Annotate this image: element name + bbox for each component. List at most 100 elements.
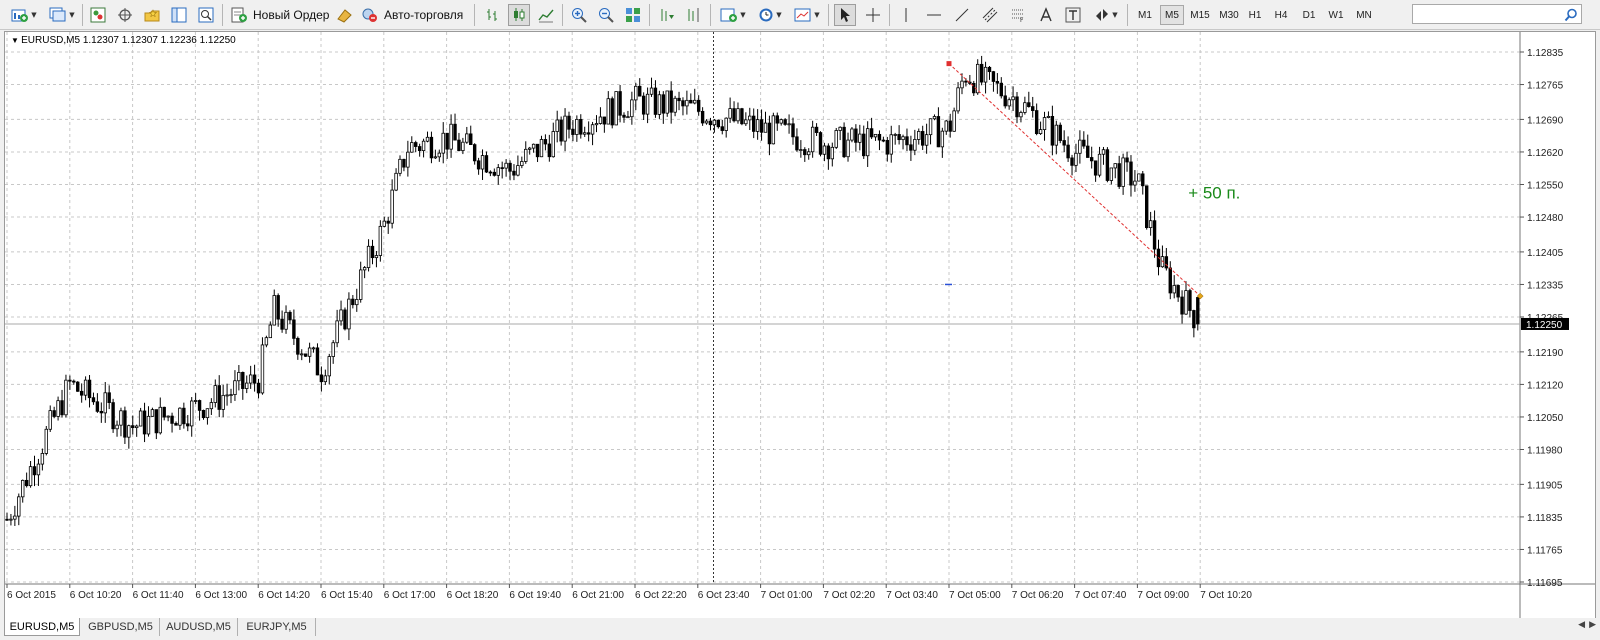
trendline-tool[interactable] xyxy=(951,4,973,26)
profiles-button[interactable]: ▼ xyxy=(46,4,78,26)
candle-body xyxy=(99,410,104,414)
timeframe-m30[interactable]: M30 xyxy=(1215,5,1243,25)
scroll-right-icon[interactable]: ▶ xyxy=(1589,620,1596,630)
time-tick-label: 6 Oct 21:00 xyxy=(572,590,624,601)
candle-body xyxy=(24,479,29,487)
candle-body xyxy=(877,133,882,141)
auto-scroll-button[interactable] xyxy=(656,4,678,26)
timeframe-h1[interactable]: H1 xyxy=(1244,5,1266,25)
chart-window[interactable]: 1.12835 1.12765 1.12690 1.12620 1.12550 1.124… xyxy=(4,31,1596,619)
candlestick-chart[interactable]: 1.12835 1.12765 1.12690 1.12620 1.12550 1.124… xyxy=(5,32,1595,618)
tab-eurjpy-m5[interactable]: EURJPY,M5 xyxy=(238,618,316,636)
templates-button[interactable]: ▼ xyxy=(791,4,823,26)
search-input[interactable] xyxy=(1415,8,1559,26)
bar-chart-button[interactable] xyxy=(481,4,503,26)
line-chart-button[interactable] xyxy=(535,4,557,26)
candle-body xyxy=(457,139,461,151)
candle-body xyxy=(437,152,441,158)
text-tool[interactable] xyxy=(1035,4,1057,26)
horizontal-line-tool[interactable] xyxy=(923,4,945,26)
candle-body xyxy=(303,353,308,357)
candle-body xyxy=(803,149,807,156)
timeframe-m1[interactable]: M1 xyxy=(1133,5,1157,25)
candle-body xyxy=(1196,297,1200,325)
time-tick-label: 6 Oct 10:20 xyxy=(70,590,122,601)
candle-body xyxy=(111,402,115,430)
time-tick-label: 6 Oct 15:40 xyxy=(321,590,373,601)
time-tick-label: 6 Oct 14:20 xyxy=(258,590,310,601)
candle-body xyxy=(826,145,831,160)
candle-body xyxy=(398,158,402,174)
timeframe-m15[interactable]: M15 xyxy=(1187,5,1213,25)
crosshair-tool-button[interactable] xyxy=(862,4,884,26)
candle-body xyxy=(555,119,559,132)
text-label-tool[interactable] xyxy=(1062,4,1084,26)
candle-body xyxy=(40,453,45,465)
market-watch-button[interactable] xyxy=(87,4,109,26)
candle-body xyxy=(441,132,445,154)
new-order-button[interactable]: Новый Ордер xyxy=(230,4,330,26)
candle-body xyxy=(76,381,80,392)
tile-windows-button[interactable] xyxy=(622,4,644,26)
candle-body xyxy=(783,119,787,125)
timeframe-d1[interactable]: D1 xyxy=(1298,5,1320,25)
metaeditor-button[interactable] xyxy=(334,4,356,26)
candle-body xyxy=(1137,173,1141,182)
price-tick-label: 1.12405 xyxy=(1527,248,1564,259)
candle-body xyxy=(795,136,799,151)
candlestick-chart-button[interactable] xyxy=(508,4,530,26)
timeframe-mn[interactable]: MN xyxy=(1352,5,1376,25)
vertical-line-tool[interactable] xyxy=(895,4,917,26)
equidistant-channel-tool[interactable] xyxy=(979,4,1001,26)
terminal-button[interactable] xyxy=(168,4,190,26)
price-tick-label: 1.12480 xyxy=(1527,213,1564,224)
tab-eurusd-m5[interactable]: EURUSD,M5 xyxy=(4,618,80,636)
candle-body xyxy=(869,128,874,138)
auto-trading-button[interactable]: Авто-торговля xyxy=(361,4,469,26)
candle-body xyxy=(469,133,473,146)
zoom-out-button[interactable] xyxy=(595,4,617,26)
periods-button[interactable]: ▼ xyxy=(754,4,786,26)
collapse-arrow-icon[interactable]: ▼ xyxy=(11,36,21,45)
indicators-button[interactable]: ▼ xyxy=(717,4,749,26)
search-box xyxy=(1412,4,1582,26)
arrows-tool-button[interactable]: ▼ xyxy=(1090,4,1122,26)
time-tick-label: 7 Oct 09:00 xyxy=(1137,590,1189,601)
candle-body xyxy=(166,415,170,418)
new-chart-button[interactable]: ▼ xyxy=(8,4,40,26)
candle-body xyxy=(649,87,654,95)
timeframe-m5[interactable]: M5 xyxy=(1160,5,1184,25)
scroll-left-icon[interactable]: ◀ xyxy=(1578,620,1585,630)
candle-body xyxy=(103,392,107,414)
search-icon[interactable] xyxy=(1564,7,1578,26)
candle-body xyxy=(748,115,752,121)
candle-body xyxy=(72,380,76,383)
candle-body xyxy=(630,99,634,118)
price-tick-label: 1.12835 xyxy=(1527,48,1564,59)
time-tick-label: 6 Oct 19:40 xyxy=(509,590,561,601)
candle-body xyxy=(928,118,933,136)
candle-body xyxy=(260,344,265,394)
candle-body xyxy=(693,99,697,104)
candle-body xyxy=(964,80,968,83)
tab-audusd-m5[interactable]: AUDUSD,M5 xyxy=(160,618,238,636)
fibonacci-tool[interactable]: F xyxy=(1007,4,1029,26)
price-tick-label: 1.12335 xyxy=(1527,280,1564,291)
candle-body xyxy=(626,116,630,119)
timeframe-w1[interactable]: W1 xyxy=(1325,5,1347,25)
data-window-button[interactable] xyxy=(114,4,136,26)
timeframe-h4[interactable]: H4 xyxy=(1270,5,1292,25)
chart-shift-button[interactable] xyxy=(683,4,705,26)
tab-gbpusd-m5[interactable]: GBPUSD,M5 xyxy=(82,618,160,636)
candle-body xyxy=(917,131,921,140)
candle-body xyxy=(44,428,48,454)
strategy-tester-button[interactable] xyxy=(195,4,217,26)
cursor-tool-button[interactable] xyxy=(834,4,856,26)
zoom-in-button[interactable] xyxy=(568,4,590,26)
navigator-button[interactable] xyxy=(141,4,163,26)
candle-body xyxy=(1034,110,1039,135)
time-tick-label: 6 Oct 2015 xyxy=(7,590,56,601)
price-tick-label: 1.11905 xyxy=(1527,480,1563,491)
candle-body xyxy=(209,402,214,410)
candle-body xyxy=(712,119,717,126)
